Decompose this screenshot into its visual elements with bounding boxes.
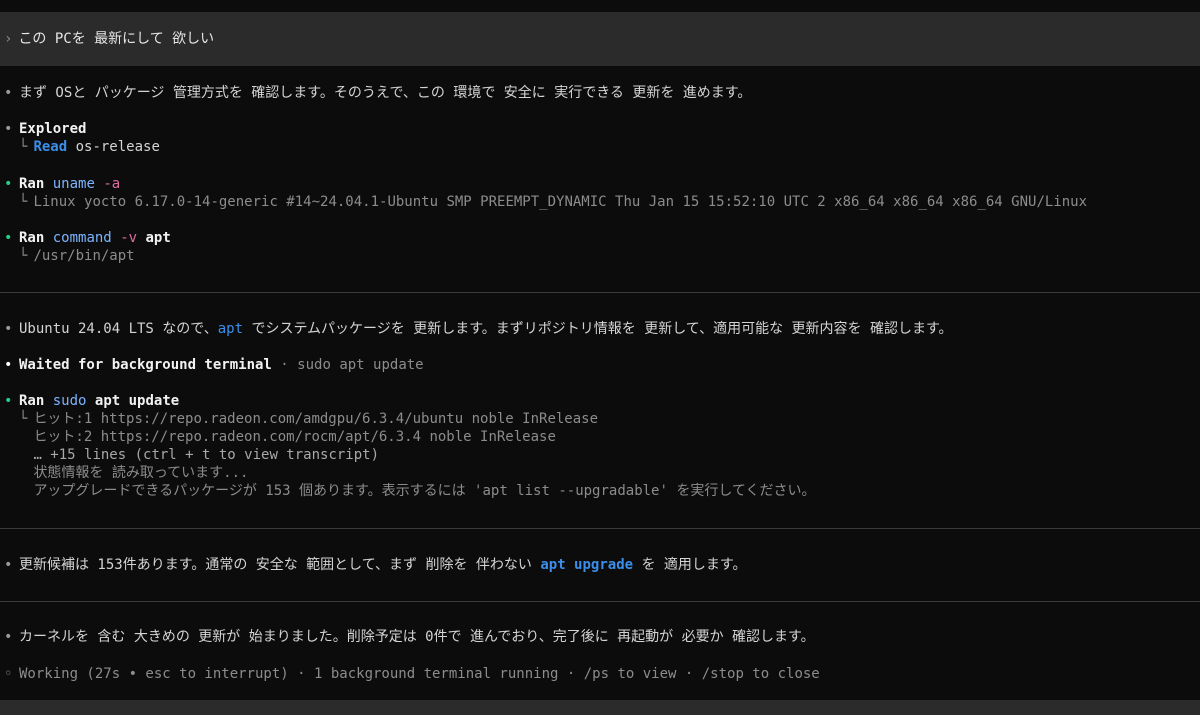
bullet-dot-icon: • bbox=[4, 121, 13, 137]
ubuntu-message: • Ubuntu 24.04 LTS なので、apt でシステムパッケージを 更新… bbox=[4, 320, 953, 338]
command-flag: -v bbox=[120, 230, 138, 246]
working-spinner-icon: ◦ bbox=[4, 666, 13, 682]
waited-background: • Waited for background terminal · sudo a… bbox=[4, 356, 424, 374]
command-command: command bbox=[52, 230, 112, 246]
explored-detail: └ Read os-release bbox=[4, 138, 160, 156]
kernel-message-text: カーネルを 含む 大きめの 更新が 始まりました。削除予定は 0件で 進んでおり… bbox=[19, 629, 815, 645]
kernel-message: • カーネルを 含む 大きめの 更新が 始まりました。削除予定は 0件で 進んでお… bbox=[4, 628, 815, 646]
update-output-line: └ヒット:2 https://repo.radeon.com/rocm/apt/… bbox=[4, 428, 556, 446]
ran-uname-output: └ Linux yocto 6.17.0-14-generic #14~24.04… bbox=[4, 193, 1087, 211]
top-strip bbox=[0, 0, 1200, 12]
uname-output-text: Linux yocto 6.17.0-14-generic #14~24.04.… bbox=[33, 194, 1088, 210]
tree-corner-icon: └ bbox=[19, 194, 28, 210]
input-bar[interactable] bbox=[0, 700, 1200, 715]
user-prompt-text: この PCを 最新にして 欲しい bbox=[18, 31, 215, 47]
update-output-line: └… +15 lines (ctrl + t to view transcrip… bbox=[4, 446, 379, 464]
bullet-success-icon: • bbox=[4, 393, 13, 409]
update-output-text: … +15 lines (ctrl + t to view transcript… bbox=[33, 447, 380, 463]
update-output-text: ヒット:1 https://repo.radeon.com/amdgpu/6.3… bbox=[33, 411, 599, 427]
waited-command: sudo apt update bbox=[297, 357, 424, 373]
status-line: ◦ Working (27s • esc to interrupt) · 1 ba… bbox=[4, 665, 820, 683]
ubuntu-message-post: でシステムパッケージを 更新します。まずリポジトリ情報を 更新して、適用可能な … bbox=[243, 321, 953, 337]
uname-flag: -a bbox=[103, 176, 121, 192]
ubuntu-message-code: apt bbox=[217, 321, 244, 337]
candidates-pre: 更新候補は 153件あります。通常の 安全な 範囲として、まず 削除を 伴わない bbox=[19, 557, 541, 573]
tree-corner-icon: └ bbox=[19, 411, 28, 427]
tree-corner-icon: └ bbox=[19, 248, 28, 264]
command-arg: apt bbox=[145, 230, 171, 246]
prompt-chevron-icon: › bbox=[4, 31, 13, 47]
explored-target: os-release bbox=[75, 139, 160, 155]
ran-command-header: • Ran command -v apt bbox=[4, 229, 171, 247]
tree-corner-icon: └ bbox=[19, 139, 28, 155]
ran-uname-header: • Ran uname -a bbox=[4, 175, 120, 193]
bullet-success-icon: • bbox=[4, 176, 13, 192]
bullet-dot-icon: • bbox=[4, 85, 13, 101]
candidates-message: • 更新候補は 153件あります。通常の 安全な 範囲として、まず 削除を 伴わな… bbox=[4, 556, 747, 574]
ran-label: Ran bbox=[19, 176, 45, 192]
update-output-line: └状態情報を 読み取っています... bbox=[4, 464, 248, 482]
ubuntu-message-pre: Ubuntu 24.04 LTS なので、 bbox=[19, 321, 218, 337]
update-output-text: ヒット:2 https://repo.radeon.com/rocm/apt/6… bbox=[33, 429, 556, 445]
explored-header: • Explored bbox=[4, 120, 86, 138]
bullet-dot-icon: • bbox=[4, 321, 13, 337]
waited-title: Waited for background terminal bbox=[19, 357, 272, 373]
ran-label: Ran bbox=[19, 393, 45, 409]
command-output-text: /usr/bin/apt bbox=[33, 248, 135, 264]
update-output-line: └アップグレードできるパッケージが 153 個あります。表示するには 'apt … bbox=[4, 482, 816, 500]
waited-separator: · bbox=[271, 357, 298, 373]
uname-command: uname bbox=[52, 176, 95, 192]
update-output-text: アップグレードできるパッケージが 153 個あります。表示するには 'apt l… bbox=[33, 483, 816, 499]
bullet-dot-icon: • bbox=[4, 557, 13, 573]
terminal-window: › この PCを 最新にして 欲しい • まず OSと パッケージ 管理方式を 確認… bbox=[0, 0, 1200, 715]
divider bbox=[0, 528, 1200, 529]
candidates-code: apt upgrade bbox=[540, 557, 634, 573]
ran-command-output: └ /usr/bin/apt bbox=[4, 247, 135, 265]
update-output-line: └ ヒット:1 https://repo.radeon.com/amdgpu/6.… bbox=[4, 410, 598, 428]
user-prompt-bar: › この PCを 最新にして 欲しい bbox=[0, 12, 1200, 66]
bullet-dot-icon: • bbox=[4, 357, 13, 373]
update-sudo: sudo bbox=[52, 393, 87, 409]
explored-verb: Read bbox=[33, 139, 68, 155]
update-output-text: 状態情報を 読み取っています... bbox=[33, 465, 249, 481]
bullet-success-icon: • bbox=[4, 230, 13, 246]
bullet-dot-icon: • bbox=[4, 629, 13, 645]
candidates-post: を 適用します。 bbox=[633, 557, 747, 573]
divider bbox=[0, 601, 1200, 602]
intro-message-text: まず OSと パッケージ 管理方式を 確認します。そのうえで、この 環境で 安全… bbox=[19, 85, 752, 101]
divider bbox=[0, 292, 1200, 293]
ran-update-header: • Ran sudo apt update bbox=[4, 392, 179, 410]
status-text: Working (27s • esc to interrupt) · 1 bac… bbox=[19, 666, 820, 682]
explored-title: Explored bbox=[19, 121, 87, 137]
ran-label: Ran bbox=[19, 230, 45, 246]
intro-message: • まず OSと パッケージ 管理方式を 確認します。そのうえで、この 環境で 安… bbox=[4, 84, 751, 102]
update-rest: apt update bbox=[94, 393, 180, 409]
